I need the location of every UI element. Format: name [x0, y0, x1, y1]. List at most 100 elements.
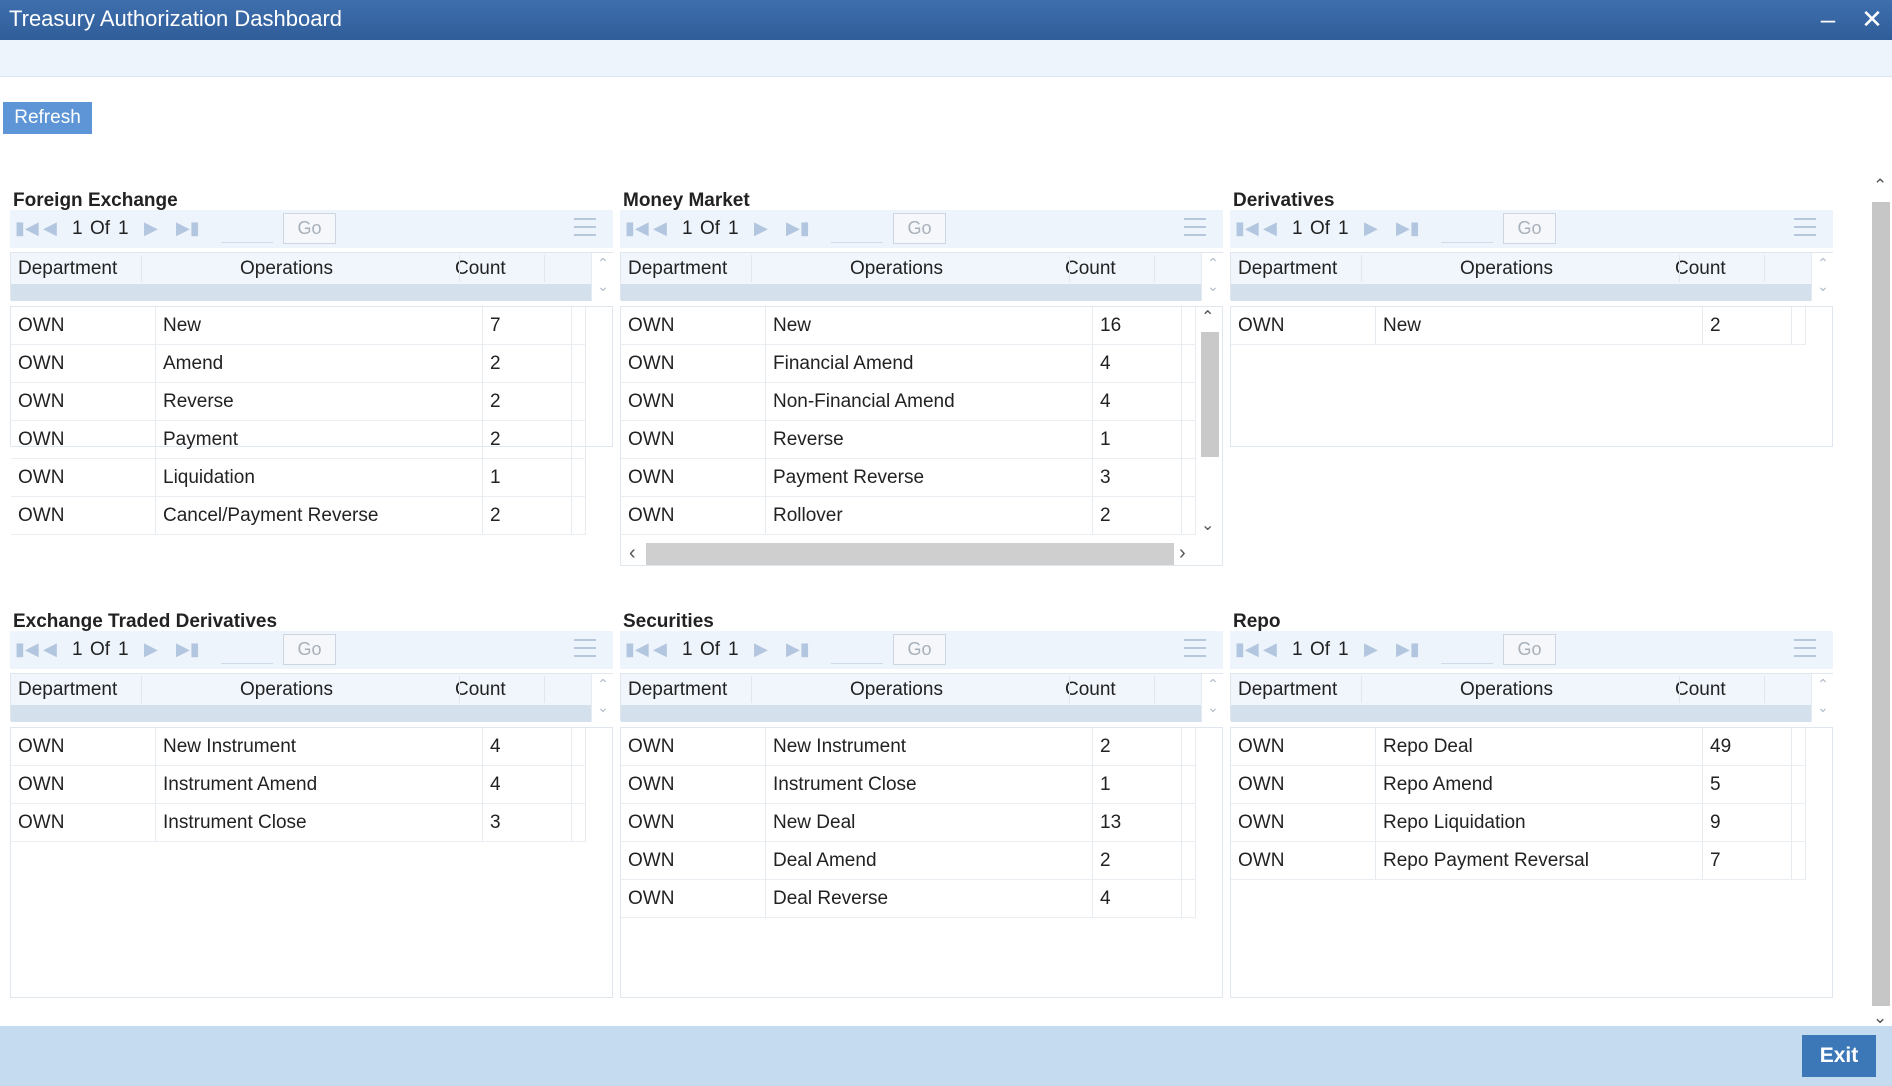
table-row[interactable]: OWN Financial Amend 4 — [621, 345, 1196, 383]
last-page-icon[interactable]: ▶▮ — [176, 218, 200, 239]
prev-page-icon[interactable]: ◀ — [653, 639, 667, 660]
table-row[interactable]: OWN Instrument Amend 4 — [11, 766, 586, 804]
header-scroll[interactable]: ⌃ ⌄ — [591, 674, 614, 722]
table-row[interactable]: OWN Non-Financial Amend 4 — [621, 383, 1196, 421]
prev-page-icon[interactable]: ◀ — [653, 218, 667, 239]
columns-icon[interactable] — [1794, 639, 1816, 659]
column-header-operations[interactable]: Operations — [1460, 679, 1553, 701]
column-header-operations[interactable]: Operations — [240, 258, 333, 280]
column-header-count[interactable]: Count — [1675, 258, 1726, 280]
page-input[interactable] — [831, 217, 883, 243]
table-row[interactable]: OWN Rollover 2 — [621, 497, 1196, 535]
first-page-icon[interactable]: ▮◀ — [1235, 218, 1259, 239]
scroll-up-icon[interactable]: ⌃ — [1201, 307, 1214, 327]
exit-button[interactable]: Exit — [1802, 1035, 1876, 1077]
page-input[interactable] — [221, 638, 273, 664]
scroll-right-icon[interactable]: › — [1179, 542, 1186, 565]
minimize-icon[interactable]: ‒ — [1814, 4, 1842, 34]
table-row[interactable]: OWN New Instrument 4 — [11, 728, 586, 766]
table-row[interactable]: OWN Reverse 2 — [11, 383, 586, 421]
table-row[interactable]: OWN New Deal 13 — [621, 804, 1196, 842]
column-header-count[interactable]: Count — [455, 258, 506, 280]
go-button[interactable]: Go — [893, 213, 946, 244]
go-button[interactable]: Go — [893, 634, 946, 665]
column-header-count[interactable]: Count — [1065, 679, 1116, 701]
columns-icon[interactable] — [574, 218, 596, 238]
prev-page-icon[interactable]: ◀ — [43, 639, 57, 660]
page-input[interactable] — [831, 638, 883, 664]
go-button[interactable]: Go — [1503, 213, 1556, 244]
first-page-icon[interactable]: ▮◀ — [15, 218, 39, 239]
columns-icon[interactable] — [574, 639, 596, 659]
grid-horizontal-scrollbar[interactable]: ‹ › — [621, 541, 1201, 565]
go-button[interactable]: Go — [283, 634, 336, 665]
table-row[interactable]: OWN Repo Deal 49 — [1231, 728, 1806, 766]
table-row[interactable]: OWN New 7 — [11, 307, 586, 345]
scrollbar-thumb[interactable] — [646, 543, 1174, 565]
table-row[interactable]: OWN Repo Liquidation 9 — [1231, 804, 1806, 842]
scrollbar-thumb[interactable] — [1872, 202, 1890, 1006]
next-page-icon[interactable]: ▶ — [754, 639, 768, 660]
header-scroll[interactable]: ⌃ ⌄ — [1201, 674, 1224, 722]
scroll-left-icon[interactable]: ‹ — [629, 542, 636, 565]
next-page-icon[interactable]: ▶ — [754, 218, 768, 239]
next-page-icon[interactable]: ▶ — [1364, 639, 1378, 660]
table-row[interactable]: OWN New Instrument 2 — [621, 728, 1196, 766]
first-page-icon[interactable]: ▮◀ — [625, 218, 649, 239]
table-row[interactable]: OWN New 2 — [1231, 307, 1806, 345]
table-row[interactable]: OWN Liquidation 1 — [11, 459, 586, 497]
column-header-operations[interactable]: Operations — [850, 679, 943, 701]
header-scroll[interactable]: ⌃ ⌄ — [1811, 674, 1834, 722]
column-header-count[interactable]: Count — [1675, 679, 1726, 701]
table-row[interactable]: OWN Deal Amend 2 — [621, 842, 1196, 880]
table-row[interactable]: OWN Reverse 1 — [621, 421, 1196, 459]
page-input[interactable] — [1441, 217, 1493, 243]
scroll-down-icon[interactable]: ⌄ — [1873, 1008, 1887, 1028]
table-row[interactable]: OWN Instrument Close 1 — [621, 766, 1196, 804]
last-page-icon[interactable]: ▶▮ — [1396, 218, 1420, 239]
column-header-count[interactable]: Count — [1065, 258, 1116, 280]
next-page-icon[interactable]: ▶ — [1364, 218, 1378, 239]
page-input[interactable] — [221, 217, 273, 243]
next-page-icon[interactable]: ▶ — [144, 639, 158, 660]
column-header-operations[interactable]: Operations — [240, 679, 333, 701]
table-row[interactable]: OWN Deal Reverse 4 — [621, 880, 1196, 918]
prev-page-icon[interactable]: ◀ — [43, 218, 57, 239]
column-header-count[interactable]: Count — [455, 679, 506, 701]
header-scroll[interactable]: ⌃ ⌄ — [1201, 253, 1224, 301]
last-page-icon[interactable]: ▶▮ — [786, 218, 810, 239]
table-row[interactable]: OWN Amend 2 — [11, 345, 586, 383]
prev-page-icon[interactable]: ◀ — [1263, 218, 1277, 239]
refresh-button[interactable]: Refresh — [3, 102, 92, 134]
header-scroll[interactable]: ⌃ ⌄ — [1811, 253, 1834, 301]
next-page-icon[interactable]: ▶ — [144, 218, 158, 239]
last-page-icon[interactable]: ▶▮ — [176, 639, 200, 660]
column-header-department[interactable]: Department — [628, 679, 727, 701]
go-button[interactable]: Go — [283, 213, 336, 244]
last-page-icon[interactable]: ▶▮ — [1396, 639, 1420, 660]
grid-vertical-scrollbar[interactable]: ⌃ ⌄ — [1196, 307, 1219, 537]
columns-icon[interactable] — [1184, 639, 1206, 659]
table-row[interactable]: OWN Repo Amend 5 — [1231, 766, 1806, 804]
table-row[interactable]: OWN Instrument Close 3 — [11, 804, 586, 842]
go-button[interactable]: Go — [1503, 634, 1556, 665]
columns-icon[interactable] — [1184, 218, 1206, 238]
page-vertical-scrollbar[interactable]: ⌃ ⌄ — [1870, 176, 1892, 1028]
column-header-department[interactable]: Department — [18, 679, 117, 701]
column-header-operations[interactable]: Operations — [850, 258, 943, 280]
column-header-department[interactable]: Department — [18, 258, 117, 280]
close-icon[interactable]: ✕ — [1858, 4, 1886, 34]
scroll-up-icon[interactable]: ⌃ — [1873, 176, 1887, 196]
table-row[interactable]: OWN New 16 — [621, 307, 1196, 345]
first-page-icon[interactable]: ▮◀ — [15, 639, 39, 660]
column-header-department[interactable]: Department — [1238, 679, 1337, 701]
table-row[interactable]: OWN Repo Payment Reversal 7 — [1231, 842, 1806, 880]
first-page-icon[interactable]: ▮◀ — [1235, 639, 1259, 660]
table-row[interactable]: OWN Payment 2 — [11, 421, 586, 459]
page-input[interactable] — [1441, 638, 1493, 664]
header-scroll[interactable]: ⌃ ⌄ — [591, 253, 614, 301]
table-row[interactable]: OWN Cancel/Payment Reverse 2 — [11, 497, 586, 535]
scrollbar-thumb[interactable] — [1201, 332, 1219, 457]
column-header-operations[interactable]: Operations — [1460, 258, 1553, 280]
columns-icon[interactable] — [1794, 218, 1816, 238]
